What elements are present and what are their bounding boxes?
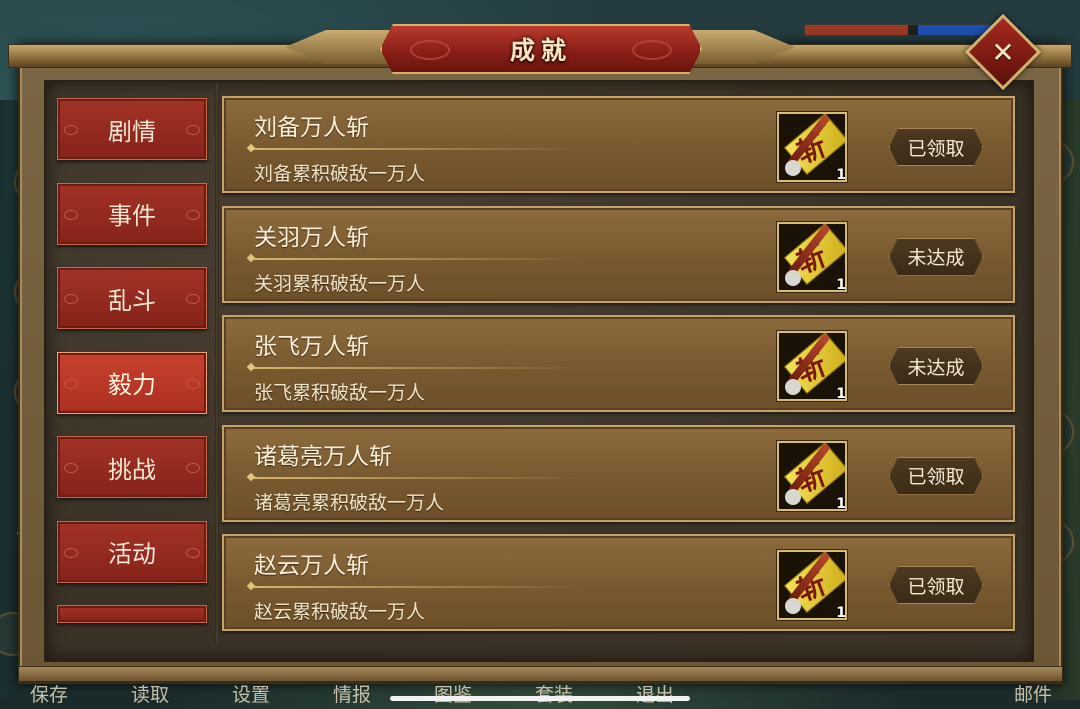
tab-story[interactable]: 剧情 (57, 98, 207, 160)
status-button[interactable]: 未达成 (889, 237, 983, 276)
menu-item-exit[interactable]: 退出 (636, 680, 737, 709)
tab-events[interactable]: 事件 (57, 182, 207, 245)
reward-item[interactable]: 斩 1 (777, 112, 847, 182)
row-separator (252, 586, 582, 588)
achievement-row: 诸葛亮万人斩 诸葛亮累积破敌一万人 斩 1 已领取 (222, 424, 1015, 522)
reward-count: 1 (836, 276, 846, 292)
brush-tip-icon (785, 269, 801, 286)
achievement-description: 张飞累积破敌一万人 (254, 382, 426, 404)
reward-item[interactable]: 斩 1 (777, 221, 847, 292)
close-icon[interactable]: ✕ (976, 25, 1030, 79)
row-separator (252, 257, 582, 260)
title-plate: 成就 (380, 24, 702, 74)
status-button[interactable]: 已领取 (889, 456, 983, 495)
reward-item[interactable]: 斩 1 (777, 550, 847, 620)
achievement-description: 刘备累积破敌一万人 (254, 163, 426, 185)
health-bar-red (805, 25, 908, 35)
reward-count: 1 (836, 495, 846, 511)
brush-tip-icon (785, 160, 801, 176)
achievement-description: 赵云累积破敌一万人 (254, 601, 426, 623)
achievement-row: 张飞万人斩 张飞累积破敌一万人 斩 1 未达成 (222, 315, 1015, 412)
reward-count: 1 (836, 167, 846, 182)
page-title: 成就 (509, 36, 572, 65)
status-button[interactable]: 已领取 (889, 566, 983, 604)
achievement-row: 赵云万人斩 赵云累积破敌一万人 斩 1 已领取 (222, 534, 1015, 631)
home-indicator[interactable] (390, 696, 690, 701)
menu-item-load[interactable]: 读取 (131, 680, 232, 709)
row-separator (252, 148, 582, 150)
menu-item-mail[interactable]: 邮件 (1014, 680, 1052, 709)
achievement-description: 诸葛亮累积破敌一万人 (254, 491, 445, 514)
achievement-row: 关羽万人斩 关羽累积破敌一万人 斩 1 未达成 (222, 205, 1015, 303)
tab-challenge[interactable]: 挑战 (57, 436, 207, 498)
brush-tip-icon (785, 598, 801, 614)
achievement-title: 诸葛亮万人斩 (254, 443, 392, 470)
category-tabs: 剧情 事件 乱斗 毅力 挑战 活动 (57, 98, 207, 623)
tab-label: 事件 (108, 202, 156, 230)
status-button[interactable]: 未达成 (889, 347, 983, 385)
tab-label: 剧情 (108, 117, 156, 146)
swirl-ornament-icon (632, 40, 672, 60)
tab-label: 乱斗 (108, 286, 156, 315)
reward-item[interactable]: 斩 1 (777, 331, 847, 401)
brush-tip-icon (785, 488, 801, 505)
tab-brawl[interactable]: 乱斗 (57, 267, 207, 329)
achievement-title: 关羽万人斩 (254, 224, 369, 251)
brush-tip-icon (785, 379, 801, 395)
tab-perseverance[interactable]: 毅力 (57, 351, 207, 414)
tab-activity[interactable]: 活动 (57, 520, 207, 583)
reward-count: 1 (836, 386, 846, 401)
tab-label: 挑战 (108, 455, 156, 484)
status-button[interactable]: 已领取 (889, 128, 983, 166)
achievement-description: 关羽累积破敌一万人 (254, 272, 426, 295)
tab-more-partial[interactable] (57, 605, 207, 623)
tab-label: 活动 (108, 540, 156, 568)
achievement-title: 赵云万人斩 (254, 553, 369, 579)
tab-label: 毅力 (108, 371, 156, 399)
row-separator (252, 476, 582, 479)
achievement-row: 刘备万人斩 刘备累积破敌一万人 斩 1 已领取 (222, 96, 1015, 193)
panel-divider (215, 84, 219, 644)
reward-item[interactable]: 斩 1 (777, 440, 847, 511)
swirl-ornament-icon (410, 40, 450, 60)
menu-item-intel[interactable]: 情报 (333, 680, 434, 709)
menu-item-save[interactable]: 保存 (30, 680, 131, 709)
menu-item-codex[interactable]: 图鉴 (434, 680, 535, 709)
menu-item-sets[interactable]: 套装 (535, 680, 636, 709)
row-separator (252, 367, 582, 369)
menu-item-settings[interactable]: 设置 (232, 680, 333, 709)
achievement-title: 张飞万人斩 (254, 334, 369, 360)
bottom-menu: 保存 读取 设置 情报 图鉴 套装 退出 邮件 (0, 679, 1080, 709)
reward-count: 1 (836, 605, 846, 620)
achievement-list: 刘备万人斩 刘备累积破敌一万人 斩 1 已领取 关羽万人斩 关羽累积破敌一万人 … (222, 96, 1015, 644)
achievement-title: 刘备万人斩 (254, 115, 369, 141)
